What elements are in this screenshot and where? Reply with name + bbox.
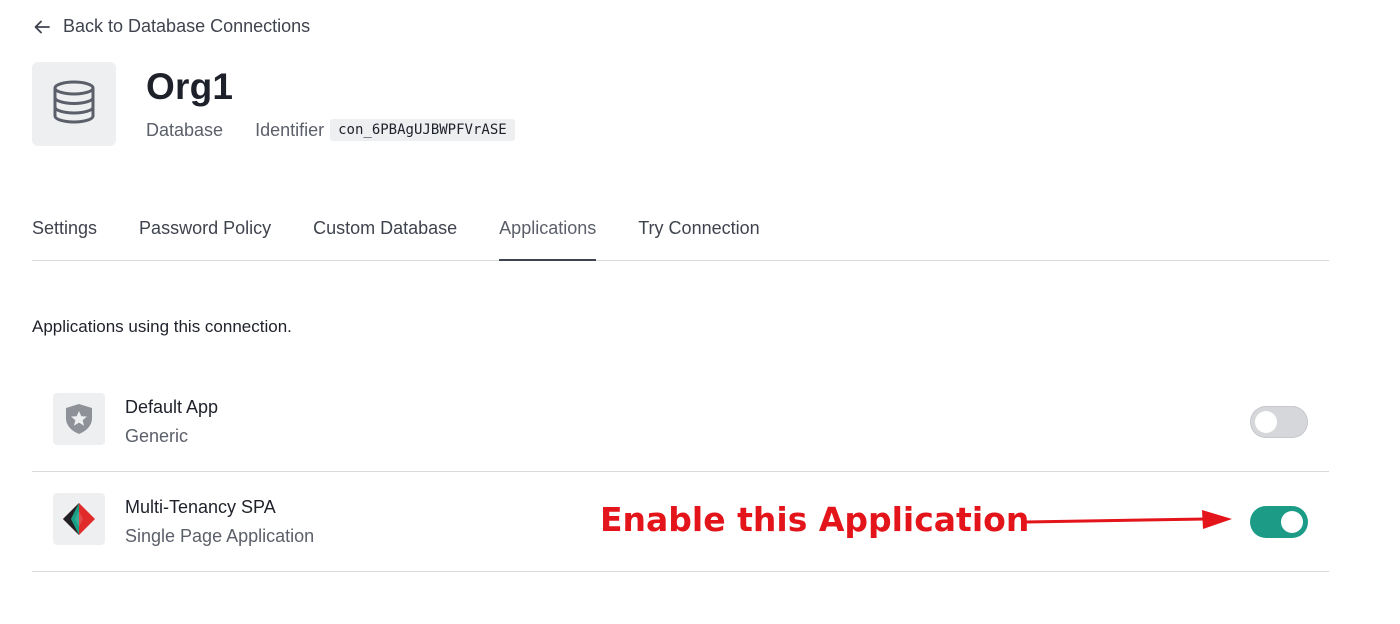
page-title: Org1 xyxy=(146,66,234,107)
database-icon xyxy=(50,78,98,131)
connection-meta: Database Identifier con_6PBAgUJBWPFVrASE xyxy=(146,119,515,141)
toggle-knob xyxy=(1281,511,1303,533)
annotation-label: Enable this Application xyxy=(600,500,1030,539)
enable-multi-tenancy-spa-toggle[interactable] xyxy=(1250,506,1308,538)
application-type: Generic xyxy=(125,426,189,446)
identifier-value[interactable]: con_6PBAgUJBWPFVrASE xyxy=(330,119,515,141)
toggle-knob xyxy=(1255,411,1277,433)
back-link[interactable]: Back to Database Connections xyxy=(33,16,310,37)
tab-bar: Settings Password Policy Custom Database… xyxy=(32,206,1329,261)
identifier-label: Identifier xyxy=(255,119,325,140)
tab-custom-database[interactable]: Custom Database xyxy=(313,206,457,261)
connection-icon-box xyxy=(32,62,116,146)
arrow-left-icon xyxy=(33,18,51,36)
application-name: Multi-Tenancy SPA xyxy=(125,497,276,517)
tab-password-policy[interactable]: Password Policy xyxy=(139,206,271,261)
enable-default-app-toggle[interactable] xyxy=(1250,406,1308,438)
connection-page: Back to Database Connections Org1 Databa… xyxy=(0,0,1400,624)
tab-try-connection[interactable]: Try Connection xyxy=(638,206,759,261)
applications-description: Applications using this connection. xyxy=(32,317,292,336)
tab-settings[interactable]: Settings xyxy=(32,206,97,261)
auth0-shield-icon xyxy=(53,393,105,445)
application-name: Default App xyxy=(125,397,219,417)
back-link-label: Back to Database Connections xyxy=(63,16,311,36)
spa-diamond-icon xyxy=(53,493,105,545)
tab-applications[interactable]: Applications xyxy=(499,206,597,261)
application-type: Single Page Application xyxy=(125,526,315,546)
annotation-arrow-icon xyxy=(1024,510,1232,529)
application-row: Default App Generic xyxy=(32,372,1329,472)
connection-type: Database xyxy=(146,119,224,140)
